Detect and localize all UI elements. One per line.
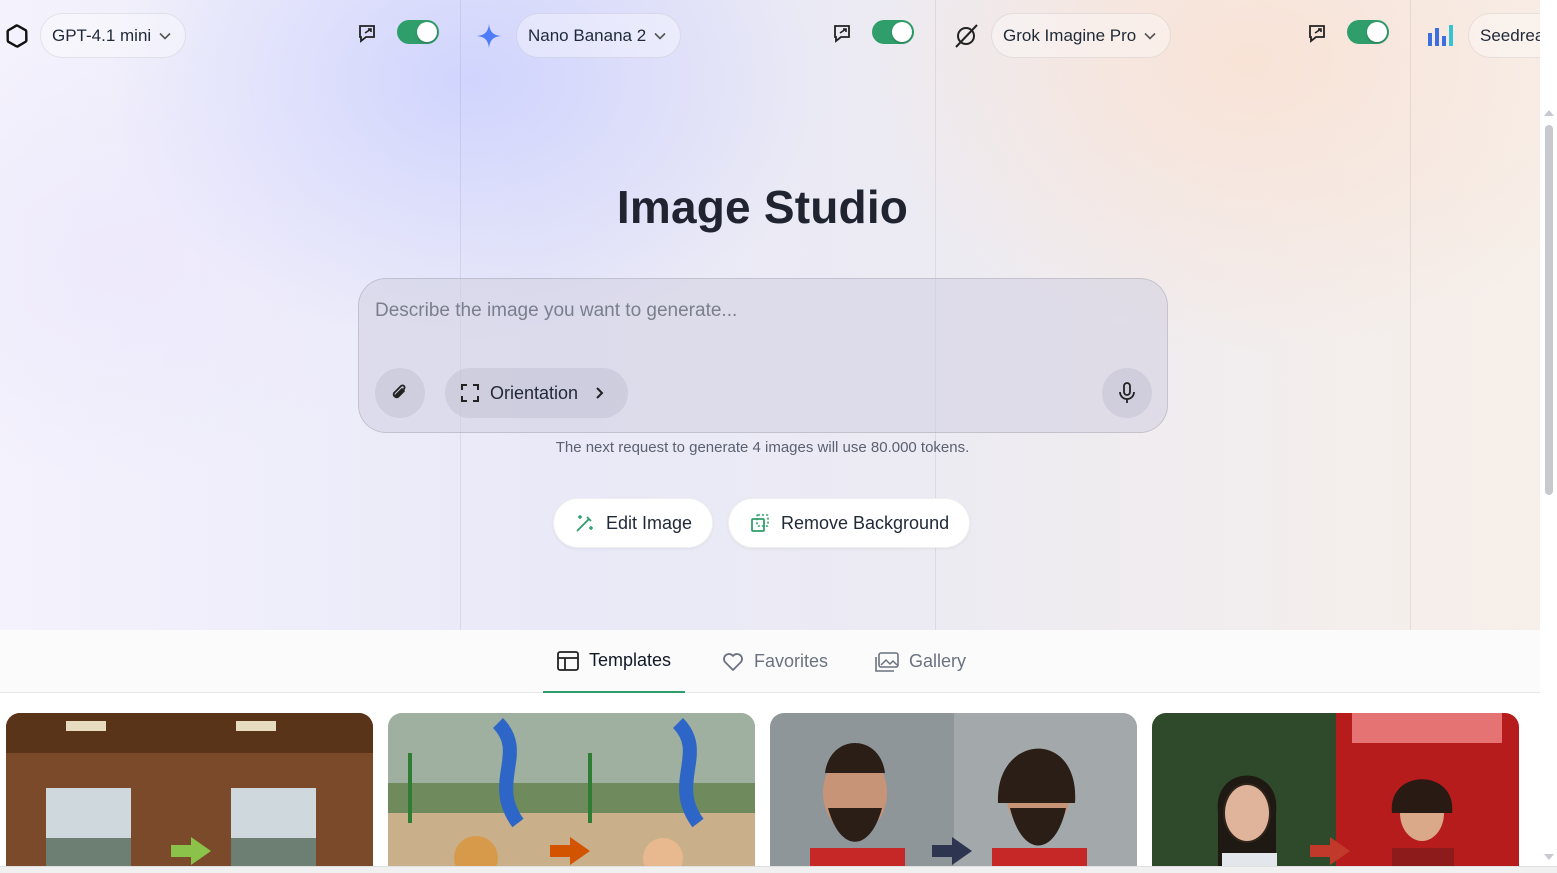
tab-label: Favorites <box>754 651 829 671</box>
model-name: GPT-4.1 mini <box>52 25 152 45</box>
heart-icon <box>723 652 743 671</box>
column-divider <box>1410 0 1411 630</box>
model-name: Seedream <box>1480 25 1540 45</box>
chat-bubble-icon[interactable] <box>1307 23 1329 45</box>
model-selector-4[interactable]: Seedream <box>1468 13 1540 58</box>
model-header-2: Nano Banana 2 <box>472 13 682 58</box>
tab-label: Gallery <box>909 651 967 671</box>
microphone-button[interactable] <box>1102 368 1152 418</box>
prompt-box: Orientation <box>358 278 1168 433</box>
template-thumbnail <box>388 713 755 873</box>
token-usage-note: The next request to generate 4 images wi… <box>555 439 970 456</box>
chevron-down-icon <box>159 32 171 40</box>
openai-logo-icon <box>0 19 34 53</box>
chevron-right-icon <box>596 387 604 399</box>
tab-gallery[interactable]: Gallery <box>861 630 980 693</box>
model-name: Grok Imagine Pro <box>1003 25 1137 45</box>
attach-button[interactable] <box>375 368 425 418</box>
model-toggle-3[interactable] <box>1347 20 1389 44</box>
template-card[interactable] <box>388 713 755 873</box>
model-name: Nano Banana 2 <box>528 25 647 45</box>
gemini-sparkle-icon <box>472 19 506 53</box>
template-card[interactable] <box>6 713 373 873</box>
model-selector-3[interactable]: Grok Imagine Pro <box>991 13 1172 58</box>
microphone-icon <box>1119 382 1135 403</box>
toggle-knob <box>1367 22 1387 42</box>
chevron-down-icon <box>1144 32 1156 40</box>
template-cards <box>0 693 1540 873</box>
remove-background-button[interactable]: Remove Background <box>728 498 971 548</box>
scroll-up-arrow-icon[interactable] <box>1543 108 1555 118</box>
edit-image-button[interactable]: Edit Image <box>553 498 714 548</box>
hero-area: GPT-4.1 mini Nano Banana 2 Grok Imagine … <box>0 0 1540 630</box>
chat-bubble-icon[interactable] <box>832 23 854 45</box>
paperclip-icon <box>392 384 406 399</box>
model-selector-1[interactable]: GPT-4.1 mini <box>40 13 187 58</box>
template-card[interactable] <box>770 713 1137 873</box>
tab-label: Templates <box>589 650 672 670</box>
scroll-down-arrow-icon[interactable] <box>1543 852 1555 862</box>
toggle-knob <box>417 22 437 42</box>
chat-bubble-icon[interactable] <box>357 23 379 45</box>
expand-frame-icon <box>461 384 479 402</box>
tab-favorites[interactable]: Favorites <box>708 630 842 693</box>
bytedance-bars-icon <box>1424 19 1458 53</box>
toggle-knob <box>892 22 912 42</box>
model-toggle-1[interactable] <box>397 20 439 44</box>
template-thumbnail <box>1152 713 1519 873</box>
scrollbar-thumb[interactable] <box>1545 125 1553 495</box>
template-thumbnail <box>6 713 373 873</box>
template-card[interactable] <box>1152 713 1519 873</box>
edit-image-label: Edit Image <box>606 512 693 533</box>
template-layout-icon <box>557 650 579 671</box>
orientation-button[interactable]: Orientation <box>445 368 628 418</box>
page-title: Image Studio <box>616 181 909 233</box>
grok-logo-icon <box>949 19 983 53</box>
model-header-3: Grok Imagine Pro <box>949 13 1172 58</box>
model-header-1: GPT-4.1 mini <box>0 13 187 58</box>
horizontal-scrollbar[interactable] <box>0 866 1557 873</box>
prompt-input[interactable] <box>375 297 1135 325</box>
remove-background-label: Remove Background <box>781 512 950 533</box>
remove-background-icon <box>751 514 769 532</box>
tabs-bar: Templates Favorites Gallery <box>0 630 1540 693</box>
template-thumbnail <box>770 713 1137 873</box>
model-toggle-2[interactable] <box>872 20 914 44</box>
model-header-4: Seedream <box>1424 13 1540 58</box>
orientation-label: Orientation <box>490 382 579 403</box>
model-selector-2[interactable]: Nano Banana 2 <box>516 13 682 58</box>
chevron-down-icon <box>654 32 666 40</box>
tab-templates[interactable]: Templates <box>543 630 686 693</box>
magic-wand-icon <box>576 515 593 532</box>
gallery-icon <box>875 651 899 672</box>
